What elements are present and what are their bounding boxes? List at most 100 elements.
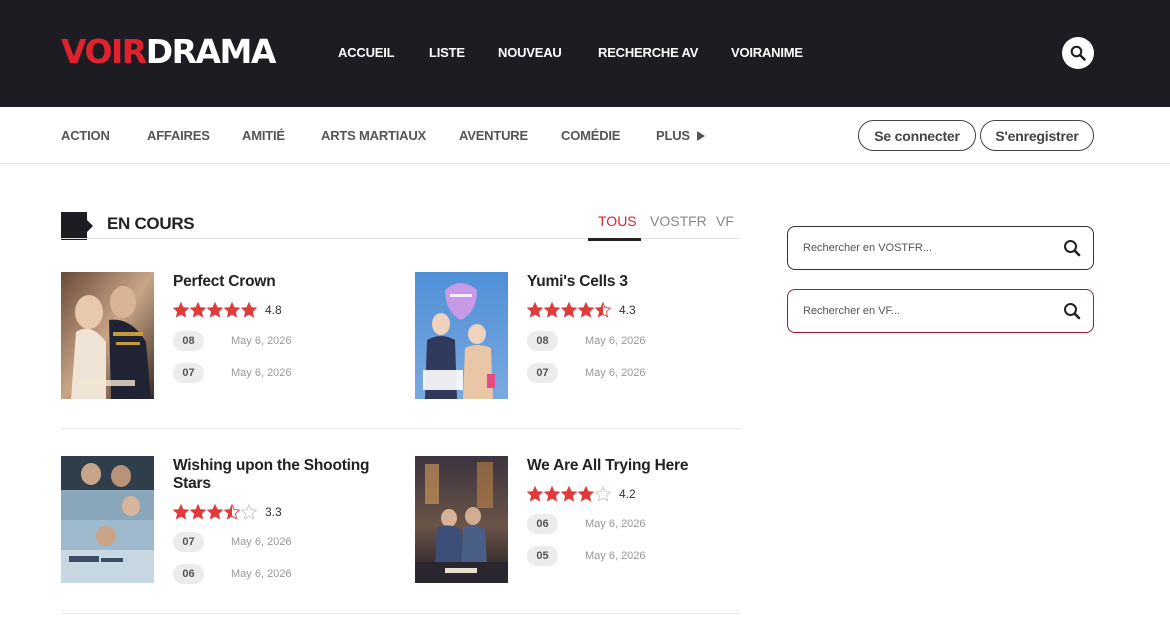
episode-row[interactable]: 07 May 6, 2026 bbox=[173, 363, 292, 383]
star-full-icon bbox=[527, 486, 543, 502]
drama-poster[interactable] bbox=[61, 272, 154, 399]
episode-date: May 6, 2026 bbox=[231, 568, 292, 580]
tab-vf[interactable]: VF bbox=[716, 213, 734, 229]
episode-badge: 07 bbox=[173, 363, 204, 383]
site-logo[interactable]: VOIRDRAMA bbox=[61, 33, 276, 71]
episode-badge: 06 bbox=[527, 514, 558, 534]
section-marker-icon bbox=[61, 212, 93, 240]
rating-value: 4.2 bbox=[619, 487, 636, 501]
episode-date: May 6, 2026 bbox=[231, 367, 292, 379]
star-full-icon bbox=[527, 302, 543, 318]
episode-row[interactable]: 05 May 6, 2026 bbox=[527, 546, 646, 566]
episode-row[interactable]: 08 May 6, 2026 bbox=[173, 331, 292, 351]
star-full-icon bbox=[544, 486, 560, 502]
drama-poster[interactable] bbox=[61, 456, 154, 583]
star-full-icon bbox=[207, 302, 223, 318]
genre-comedie[interactable]: COMÉDIE bbox=[561, 128, 620, 143]
drama-title[interactable]: Perfect Crown bbox=[173, 273, 388, 291]
rating: 4.3 bbox=[527, 301, 636, 319]
star-full-icon bbox=[241, 302, 257, 318]
star-full-icon bbox=[561, 302, 577, 318]
star-rating bbox=[527, 302, 611, 318]
rating-value: 3.3 bbox=[265, 505, 282, 519]
star-half-icon bbox=[224, 504, 240, 520]
drama-poster[interactable] bbox=[415, 456, 508, 583]
star-full-icon bbox=[190, 302, 206, 318]
genre-plus[interactable]: PLUS bbox=[656, 128, 705, 143]
header-search-button[interactable] bbox=[1062, 37, 1094, 69]
genre-arts-martiaux[interactable]: ARTS MARTIAUX bbox=[321, 128, 426, 143]
search-icon[interactable] bbox=[1063, 302, 1081, 320]
login-button[interactable]: Se connecter bbox=[858, 120, 976, 151]
active-tab-underline bbox=[588, 238, 641, 241]
nav-accueil[interactable]: ACCUEIL bbox=[338, 45, 395, 60]
rating-value: 4.8 bbox=[265, 303, 282, 317]
episode-date: May 6, 2026 bbox=[585, 518, 646, 530]
episode-badge: 07 bbox=[527, 363, 558, 383]
genre-affaires[interactable]: AFFAIRES bbox=[147, 128, 210, 143]
rating: 3.3 bbox=[173, 503, 282, 521]
genre-amitie[interactable]: AMITIÉ bbox=[242, 128, 285, 143]
episode-row[interactable]: 07 May 6, 2026 bbox=[527, 363, 646, 383]
star-rating bbox=[173, 302, 257, 318]
genre-aventure[interactable]: AVENTURE bbox=[459, 128, 528, 143]
top-header: VOIRDRAMA ACCUEIL LISTE NOUVEAU RECHERCH… bbox=[0, 0, 1170, 107]
tab-vostfr[interactable]: VOSTFR bbox=[650, 213, 707, 229]
star-full-icon bbox=[578, 486, 594, 502]
episode-row[interactable]: 07 May 6, 2026 bbox=[173, 532, 292, 552]
nav-voiranime[interactable]: VOIRANIME bbox=[731, 45, 803, 60]
nav-nouveau[interactable]: NOUVEAU bbox=[498, 45, 562, 60]
star-rating bbox=[173, 504, 257, 520]
episode-row[interactable]: 08 May 6, 2026 bbox=[527, 331, 646, 351]
episode-date: May 6, 2026 bbox=[231, 335, 292, 347]
search-vf-input[interactable] bbox=[803, 301, 1053, 321]
star-full-icon bbox=[173, 504, 189, 520]
episode-badge: 07 bbox=[173, 532, 204, 552]
episode-badge: 06 bbox=[173, 564, 204, 584]
tab-tous[interactable]: TOUS bbox=[598, 213, 637, 229]
episode-date: May 6, 2026 bbox=[585, 335, 646, 347]
search-vf-box bbox=[787, 289, 1094, 333]
genre-bar: ACTION AFFAIRES AMITIÉ ARTS MARTIAUX AVE… bbox=[0, 107, 1170, 164]
star-full-icon bbox=[224, 302, 240, 318]
register-button[interactable]: S'enregistrer bbox=[980, 120, 1094, 151]
plus-label: PLUS bbox=[656, 128, 690, 143]
episode-badge: 08 bbox=[527, 331, 558, 351]
star-full-icon bbox=[190, 504, 206, 520]
star-full-icon bbox=[207, 504, 223, 520]
play-arrow-icon bbox=[696, 131, 705, 141]
star-full-icon bbox=[173, 302, 189, 318]
star-empty-icon bbox=[595, 486, 611, 502]
rating-value: 4.3 bbox=[619, 303, 636, 317]
star-half-icon bbox=[595, 302, 611, 318]
episode-date: May 6, 2026 bbox=[231, 536, 292, 548]
section-title: EN COURS bbox=[107, 214, 195, 233]
drama-title[interactable]: Wishing upon the Shooting Stars bbox=[173, 457, 388, 493]
genre-action[interactable]: ACTION bbox=[61, 128, 110, 143]
drama-card: Wishing upon the Shooting Stars 3.3 07 M… bbox=[61, 456, 391, 586]
star-empty-icon bbox=[241, 504, 257, 520]
star-rating bbox=[527, 486, 611, 502]
star-full-icon bbox=[578, 302, 594, 318]
row-divider bbox=[61, 428, 740, 429]
star-full-icon bbox=[544, 302, 560, 318]
episode-row[interactable]: 06 May 6, 2026 bbox=[527, 514, 646, 534]
drama-title[interactable]: Yumi's Cells 3 bbox=[527, 273, 742, 291]
row-divider bbox=[61, 613, 740, 614]
search-vostfr-box bbox=[787, 226, 1094, 270]
search-icon bbox=[1070, 45, 1086, 61]
drama-card: Perfect Crown 4.8 08 May 6, 2026 07 May … bbox=[61, 272, 391, 402]
drama-title[interactable]: We Are All Trying Here bbox=[527, 457, 742, 475]
episode-badge: 05 bbox=[527, 546, 558, 566]
episode-row[interactable]: 06 May 6, 2026 bbox=[173, 564, 292, 584]
nav-recherche-av[interactable]: RECHERCHE AV bbox=[598, 45, 698, 60]
episode-date: May 6, 2026 bbox=[585, 550, 646, 562]
episode-date: May 6, 2026 bbox=[585, 367, 646, 379]
search-vostfr-input[interactable] bbox=[803, 238, 1053, 258]
drama-poster[interactable] bbox=[415, 272, 508, 399]
nav-liste[interactable]: LISTE bbox=[429, 45, 465, 60]
search-icon[interactable] bbox=[1063, 239, 1081, 257]
episode-badge: 08 bbox=[173, 331, 204, 351]
rating: 4.8 bbox=[173, 301, 282, 319]
star-full-icon bbox=[561, 486, 577, 502]
